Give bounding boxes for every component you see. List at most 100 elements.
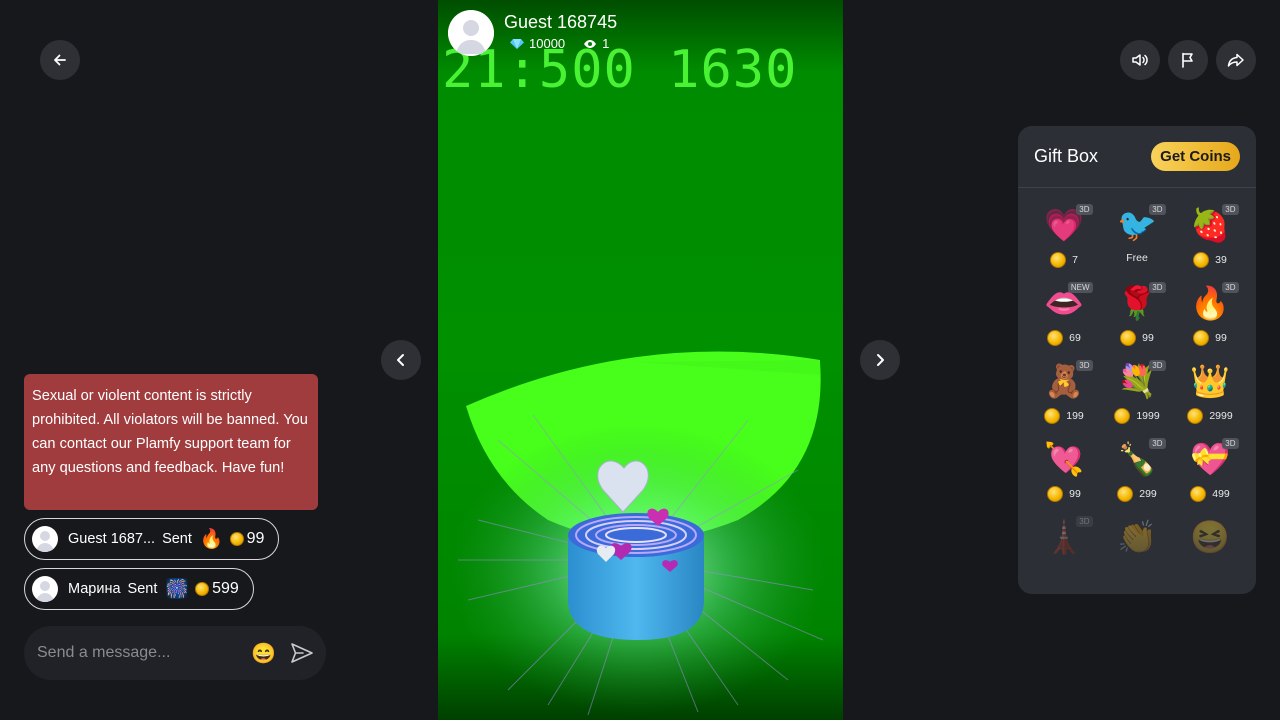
gift-price-value: 39 bbox=[1215, 254, 1227, 266]
gift-badge: 3D bbox=[1149, 204, 1166, 215]
video-scene bbox=[448, 351, 828, 716]
gift-price: Free bbox=[1126, 252, 1148, 264]
message-input[interactable] bbox=[37, 644, 252, 662]
coin-icon bbox=[1047, 486, 1064, 502]
coin-icon bbox=[1193, 330, 1210, 346]
gift-item-champagne[interactable]: 3D 🍾 299 bbox=[1101, 436, 1174, 508]
back-button[interactable] bbox=[40, 40, 80, 80]
fire-icon: 🔥 bbox=[199, 529, 224, 550]
gift-item-hi-bird[interactable]: 3D 🐦 Free bbox=[1101, 202, 1174, 274]
avatar[interactable] bbox=[32, 576, 58, 602]
gift-item-lips[interactable]: NEW 👄 69 bbox=[1028, 280, 1101, 352]
gift-price: 7 bbox=[1050, 252, 1078, 268]
gift-price-value: 99 bbox=[1142, 332, 1154, 344]
coin-icon bbox=[1193, 252, 1210, 268]
gift-badge: 3D bbox=[1222, 282, 1239, 293]
user-silhouette-icon bbox=[36, 531, 54, 552]
chat-user-name[interactable]: Guest 1687... bbox=[68, 531, 155, 547]
coin-icon bbox=[1047, 330, 1064, 346]
coin-icon bbox=[229, 532, 244, 546]
gift-amount-value: 599 bbox=[212, 580, 239, 597]
gift-item-eiffel-tower[interactable]: 3D 🗼 bbox=[1028, 514, 1101, 586]
emoji-picker-button[interactable]: 😄 bbox=[251, 641, 276, 666]
gift-price-value: 69 bbox=[1069, 332, 1081, 344]
gift-item-strawberry[interactable]: 3D 🍓 39 bbox=[1174, 202, 1247, 274]
gift-price: 99 bbox=[1120, 330, 1154, 346]
gift-price-value: 99 bbox=[1215, 332, 1227, 344]
coin-icon bbox=[1044, 408, 1061, 424]
gift-price: 69 bbox=[1047, 330, 1081, 346]
gift-price-value: 99 bbox=[1069, 488, 1081, 500]
gift-item-heart-gift-box[interactable]: 3D 💝 499 bbox=[1174, 436, 1247, 508]
avatar[interactable] bbox=[32, 526, 58, 552]
chat-gift-message: Guest 1687... Sent 🔥 99 bbox=[24, 518, 280, 560]
send-button[interactable] bbox=[290, 642, 314, 664]
arrow-left-icon bbox=[54, 54, 66, 66]
gift-amount: 599 bbox=[195, 580, 239, 598]
gift-item-laughing-face[interactable]: 😆 bbox=[1174, 514, 1247, 586]
diamond-count: 10000 bbox=[510, 36, 565, 51]
gift-badge: 3D bbox=[1076, 516, 1093, 527]
coin-icon bbox=[1050, 252, 1067, 268]
share-icon bbox=[1227, 53, 1244, 67]
gift-price: 99 bbox=[1047, 486, 1081, 502]
gift-amount: 99 bbox=[229, 530, 265, 548]
gift-badge: 3D bbox=[1222, 438, 1239, 449]
viewer-count: 1 bbox=[583, 36, 609, 51]
user-silhouette-icon bbox=[448, 10, 494, 56]
live-video[interactable]: 21:500 1630 Guest 168745 10000 1 bbox=[438, 0, 843, 720]
coin-icon bbox=[1190, 486, 1207, 502]
gift-price: 2999 bbox=[1187, 408, 1233, 424]
gift-price: 499 bbox=[1190, 486, 1230, 502]
gift-price-value: 199 bbox=[1066, 410, 1084, 422]
chat-action: Sent bbox=[127, 581, 158, 597]
streamer-avatar[interactable] bbox=[448, 10, 494, 56]
gift-badge: 3D bbox=[1149, 360, 1166, 371]
flag-icon bbox=[1182, 52, 1193, 68]
coin-icon bbox=[1120, 330, 1137, 346]
heart-arrow-icon: 💘 bbox=[1044, 441, 1084, 477]
gift-price-value: Free bbox=[1126, 252, 1148, 264]
gift-price: 1999 bbox=[1114, 408, 1160, 424]
report-button[interactable] bbox=[1168, 40, 1208, 80]
laughing-face-icon: 😆 bbox=[1190, 519, 1230, 555]
gift-price-value: 299 bbox=[1139, 488, 1157, 500]
gift-item-clapping-hands[interactable]: 👏 bbox=[1101, 514, 1174, 586]
coin-icon bbox=[1117, 486, 1134, 502]
chevron-left-icon bbox=[397, 354, 404, 366]
volume-button[interactable] bbox=[1120, 40, 1160, 80]
share-button[interactable] bbox=[1216, 40, 1256, 80]
speaker-icon bbox=[1132, 54, 1148, 66]
gift-price-value: 499 bbox=[1212, 488, 1230, 500]
get-coins-button[interactable]: Get Coins bbox=[1151, 142, 1240, 171]
fireworks-icon: 🎆 bbox=[165, 579, 190, 600]
viewer-value: 1 bbox=[602, 36, 610, 51]
gift-item-teddy-bear[interactable]: 3D 🧸 199 bbox=[1028, 358, 1101, 430]
gift-price: 199 bbox=[1044, 408, 1084, 424]
chevron-right-icon bbox=[877, 354, 884, 366]
coin-icon bbox=[195, 582, 210, 596]
gift-item-rose[interactable]: 3D 🌹 99 bbox=[1101, 280, 1174, 352]
gift-box-panel: Gift Box Get Coins 3D 💗 7 3D 🐦 Free 3D 🍓 39 NEW 👄 6… bbox=[1018, 126, 1256, 594]
gift-price-value: 1999 bbox=[1136, 410, 1160, 422]
gift-item-fire[interactable]: 3D 🔥 99 bbox=[1174, 280, 1247, 352]
gift-price: 39 bbox=[1193, 252, 1227, 268]
previous-stream-button[interactable] bbox=[381, 340, 421, 380]
chat-gift-message: Марина Sent 🎆 599 bbox=[24, 568, 254, 610]
streamer-info: Guest 168745 10000 1 bbox=[448, 10, 621, 56]
gift-badge: NEW bbox=[1067, 282, 1093, 293]
send-icon bbox=[291, 643, 313, 663]
gift-item-rose-bouquet[interactable]: 3D 💐 1999 bbox=[1101, 358, 1174, 430]
gift-box-title: Gift Box bbox=[1034, 146, 1099, 166]
gift-badge: 3D bbox=[1076, 204, 1093, 215]
diamond-value: 10000 bbox=[529, 36, 566, 51]
gift-amount-value: 99 bbox=[246, 530, 265, 547]
gift-item-heart-arrow[interactable]: 💘 99 bbox=[1028, 436, 1101, 508]
gift-badge: 3D bbox=[1149, 438, 1166, 449]
community-notice: Sexual or violent content is strictly pr… bbox=[24, 374, 318, 510]
gift-item-follow-me-heart[interactable]: 3D 💗 7 bbox=[1028, 202, 1101, 274]
diamond-icon bbox=[510, 38, 524, 49]
chat-user-name[interactable]: Марина bbox=[68, 581, 121, 597]
next-stream-button[interactable] bbox=[860, 340, 900, 380]
gift-item-tiara[interactable]: 👑 2999 bbox=[1174, 358, 1247, 430]
